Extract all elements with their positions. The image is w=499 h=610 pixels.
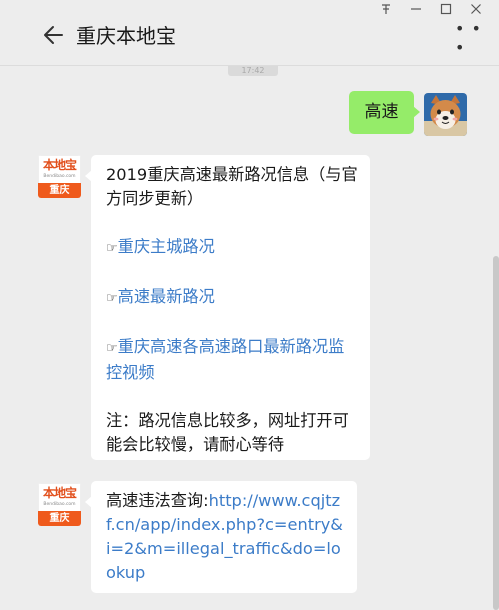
bendibao-logo: 本地宝 xyxy=(42,486,77,500)
link-main-city-traffic[interactable]: 重庆主城路况 xyxy=(118,237,215,256)
minimize-icon[interactable] xyxy=(401,0,431,18)
link-highway-video[interactable]: 重庆高速各高速路口最新路况监控视频 xyxy=(106,337,344,382)
bendibao-logo: 本地宝 xyxy=(42,158,77,172)
window-controls xyxy=(371,0,491,18)
received-message-bubble: 高速违法查询:http://www.cqjtzf.cn/app/index.ph… xyxy=(85,481,357,593)
message-note: 注：路况信息比较多，网址打开可能会比较慢，请耐心等待 xyxy=(106,411,349,454)
back-button[interactable] xyxy=(38,22,68,52)
shiba-dog-avatar-icon xyxy=(424,93,467,136)
message-intro: 2019重庆高速最新路况信息（与官方同步更新） xyxy=(106,165,358,208)
chat-scrollbar[interactable] xyxy=(493,256,499,610)
received-message-bubble: 2019重庆高速最新路况信息（与官方同步更新） ☞重庆主城路况 ☞高速最新路况 … xyxy=(85,155,370,460)
pointing-hand-icon: ☞ xyxy=(106,341,118,356)
link-row: ☞高速最新路况 xyxy=(106,285,358,311)
link-row: ☞重庆高速各高速路口最新路况监控视频 xyxy=(106,335,358,385)
more-dots-icon: • • • xyxy=(455,19,482,57)
city-label: 重庆 xyxy=(38,183,81,198)
more-button[interactable]: • • • xyxy=(455,19,489,57)
bendibao-logo-sub: Bendibao.com xyxy=(43,174,76,179)
official-account-avatar[interactable]: 本地宝 Bendibao.com 重庆 xyxy=(38,155,81,198)
city-label: 重庆 xyxy=(38,511,81,526)
maximize-icon[interactable] xyxy=(431,0,461,18)
sent-message-bubble[interactable]: 高速 xyxy=(349,91,420,134)
arrow-left-icon xyxy=(42,24,64,50)
user-avatar[interactable] xyxy=(424,93,467,136)
link-row: ☞重庆主城路况 xyxy=(106,235,358,261)
official-account-avatar[interactable]: 本地宝 Bendibao.com 重庆 xyxy=(38,483,81,526)
bendibao-logo-sub: Bendibao.com xyxy=(43,502,76,507)
pointing-hand-icon: ☞ xyxy=(106,291,118,306)
link-highway-traffic[interactable]: 高速最新路况 xyxy=(118,287,215,306)
message-prefix: 高速违法查询: xyxy=(106,491,209,510)
title-bar: 重庆本地宝 • • • xyxy=(0,0,499,66)
pointing-hand-icon: ☞ xyxy=(106,241,118,256)
pin-icon[interactable] xyxy=(371,0,401,18)
message-timestamp: 17:42 xyxy=(228,66,278,76)
close-icon[interactable] xyxy=(461,0,491,18)
chat-title: 重庆本地宝 xyxy=(76,24,176,48)
message-text: 高速违法查询:http://www.cqjtzf.cn/app/index.ph… xyxy=(106,489,345,585)
